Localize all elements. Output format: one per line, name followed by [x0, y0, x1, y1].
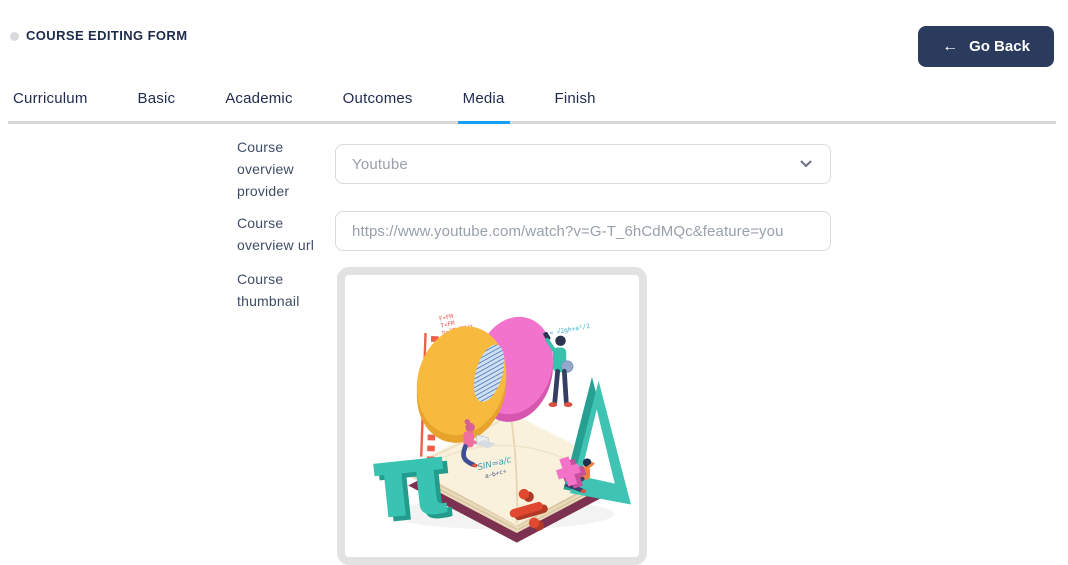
- course-thumbnail-label: Course thumbnail: [237, 268, 333, 312]
- course-editing-page: COURSE EDITING FORM ← Go Back Curriculum…: [0, 0, 1068, 565]
- tab-basic[interactable]: Basic: [133, 84, 181, 124]
- math-book-illustration: F×FM T×FM h=3T+6M/t v = √2gh+a²/2 SIN≈a/…: [349, 278, 635, 554]
- course-overview-provider-label: Course overview provider: [237, 136, 333, 202]
- chevron-down-icon: [800, 160, 812, 168]
- tab-finish[interactable]: Finish: [550, 84, 601, 124]
- course-overview-url-input[interactable]: [335, 211, 831, 251]
- svg-text:π: π: [365, 418, 456, 543]
- status-dot-icon: [10, 32, 19, 41]
- page-title: COURSE EDITING FORM: [26, 28, 187, 43]
- course-thumbnail-preview: F×FM T×FM h=3T+6M/t v = √2gh+a²/2 SIN≈a/…: [337, 267, 647, 565]
- arrow-left-icon: ←: [942, 39, 958, 55]
- tab-curriculum[interactable]: Curriculum: [8, 84, 93, 124]
- go-back-label: Go Back: [969, 38, 1030, 55]
- pi-symbol: π π: [365, 417, 461, 547]
- course-overview-url-label: Course overview url: [237, 212, 333, 256]
- go-back-button[interactable]: ← Go Back: [918, 26, 1054, 67]
- form-step-tabs: Curriculum Basic Academic Outcomes Media…: [8, 84, 1056, 124]
- tab-media[interactable]: Media: [458, 84, 510, 124]
- provider-selected-value: Youtube: [352, 156, 800, 173]
- tab-academic[interactable]: Academic: [220, 84, 297, 124]
- tab-outcomes[interactable]: Outcomes: [338, 84, 418, 124]
- course-overview-provider-select[interactable]: Youtube: [335, 144, 831, 184]
